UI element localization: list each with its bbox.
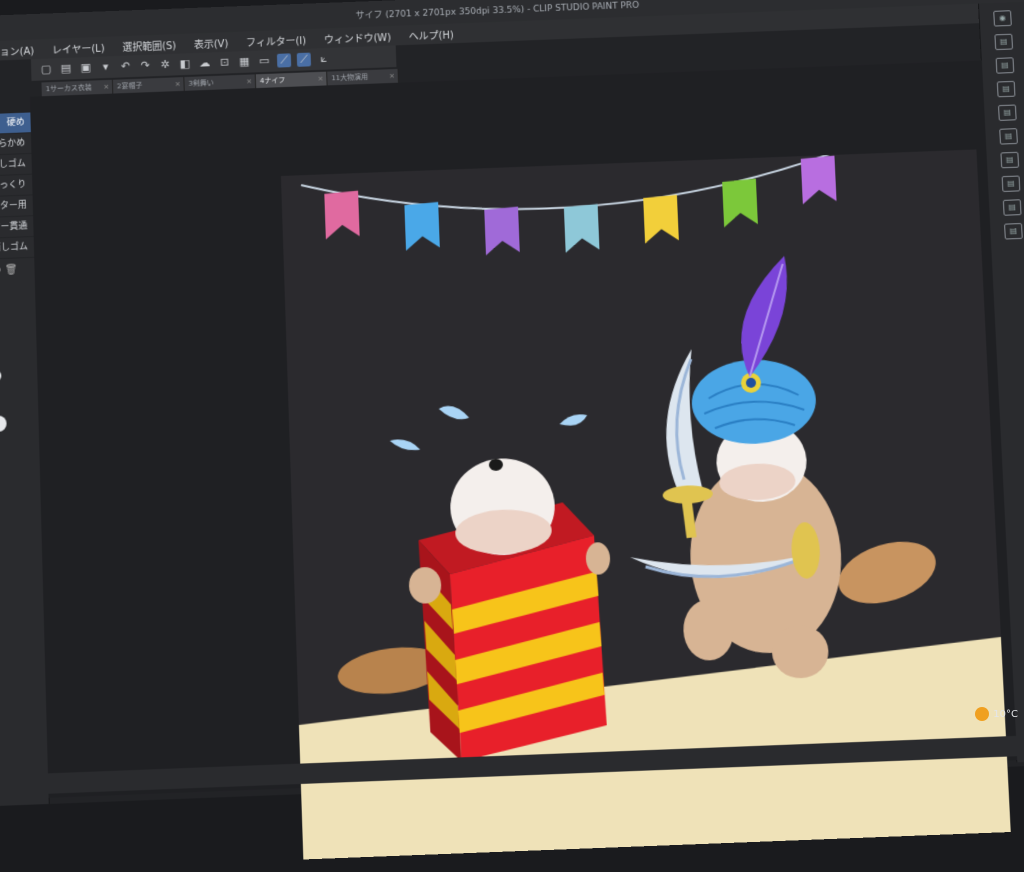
layer-icon[interactable]: ▤: [996, 80, 1016, 98]
shape-icon[interactable]: ☁: [198, 56, 212, 70]
ruler-icon[interactable]: ⟀: [317, 52, 331, 66]
layer-icon[interactable]: ▤: [1001, 175, 1021, 193]
preset-vector[interactable]: ベクター用: [0, 195, 34, 219]
menu-help[interactable]: ヘルプ(H): [400, 26, 463, 43]
menu-view[interactable]: 表示(V): [185, 34, 238, 51]
layer-icon[interactable]: ▤: [1004, 222, 1023, 240]
menu-animation[interactable]: ーション(A): [0, 42, 43, 59]
close-icon[interactable]: ×: [246, 74, 252, 88]
close-icon[interactable]: ×: [317, 72, 323, 86]
undo-icon[interactable]: ↶: [118, 59, 132, 73]
temperature: 10°C: [993, 708, 1018, 720]
close-icon[interactable]: ×: [175, 77, 181, 91]
brush-size-10[interactable]: 10: [0, 386, 38, 410]
gear-icon[interactable]: ✲: [158, 58, 172, 72]
brush-size-dot[interactable]: [0, 369, 2, 383]
open-folder-icon[interactable]: ▤: [59, 62, 73, 76]
new-file-icon[interactable]: ▢: [39, 62, 53, 76]
navigator-icon[interactable]: ◉: [993, 10, 1012, 27]
frame-icon[interactable]: ▭: [257, 54, 271, 68]
menu-selection[interactable]: 選択範囲(S): [113, 36, 185, 53]
brush-size-3[interactable]: 3: [0, 340, 37, 364]
preset-eraser[interactable]: カ消しゴム: [0, 153, 32, 177]
add-icon[interactable]: ⊕: [0, 265, 1, 276]
save-icon[interactable]: ▣: [79, 61, 93, 75]
preset-actions: ⎘ ⊕ 🗑: [0, 258, 35, 283]
redo-icon[interactable]: ↷: [138, 59, 152, 73]
preset-soft[interactable]: 軟らかめ: [0, 133, 32, 157]
tool-property-area: [0, 281, 36, 343]
menu-layer[interactable]: レイヤー(L): [43, 39, 114, 56]
stabilizer-icon[interactable]: ⟋: [276, 53, 292, 68]
fill-icon[interactable]: ◧: [178, 57, 192, 71]
close-icon[interactable]: ×: [389, 69, 395, 83]
layer-icon[interactable]: ▤: [998, 104, 1017, 121]
layer-icon[interactable]: ▤: [1000, 151, 1020, 169]
preset-eraser-2[interactable]: 消しゴム: [0, 236, 35, 261]
close-icon[interactable]: ×: [103, 80, 109, 94]
layer-icon[interactable]: ▤: [999, 128, 1018, 145]
grid-icon[interactable]: ▦: [237, 55, 251, 69]
transform-icon[interactable]: ⊡: [217, 56, 231, 70]
menu-filter[interactable]: フィルター(I): [237, 31, 315, 49]
layer-icon[interactable]: ▤: [994, 33, 1014, 51]
preset-hard[interactable]: 硬め: [0, 112, 31, 136]
monitor-screen: サイフ (2701 x 2701px 350dpi 33.5%) - CLIP …: [0, 0, 1024, 860]
weather-widget[interactable]: 10°C: [975, 707, 1018, 721]
dropdown-icon[interactable]: ▾: [98, 60, 112, 74]
weather-icon: [975, 707, 990, 721]
vector-snap-icon[interactable]: ⟋: [296, 52, 312, 67]
brush-size-dot[interactable]: [0, 415, 7, 433]
layer-icon[interactable]: ▤: [995, 57, 1015, 74]
layer-icon[interactable]: ▤: [1002, 199, 1022, 216]
menu-window[interactable]: ウィンドウ(W): [315, 28, 400, 46]
canvas-area[interactable]: [29, 60, 1018, 860]
trash-icon[interactable]: 🗑: [5, 264, 18, 275]
preset-through-layer[interactable]: ヤー貫通: [0, 216, 34, 240]
preset-rough[interactable]: ざっくり: [0, 174, 33, 198]
